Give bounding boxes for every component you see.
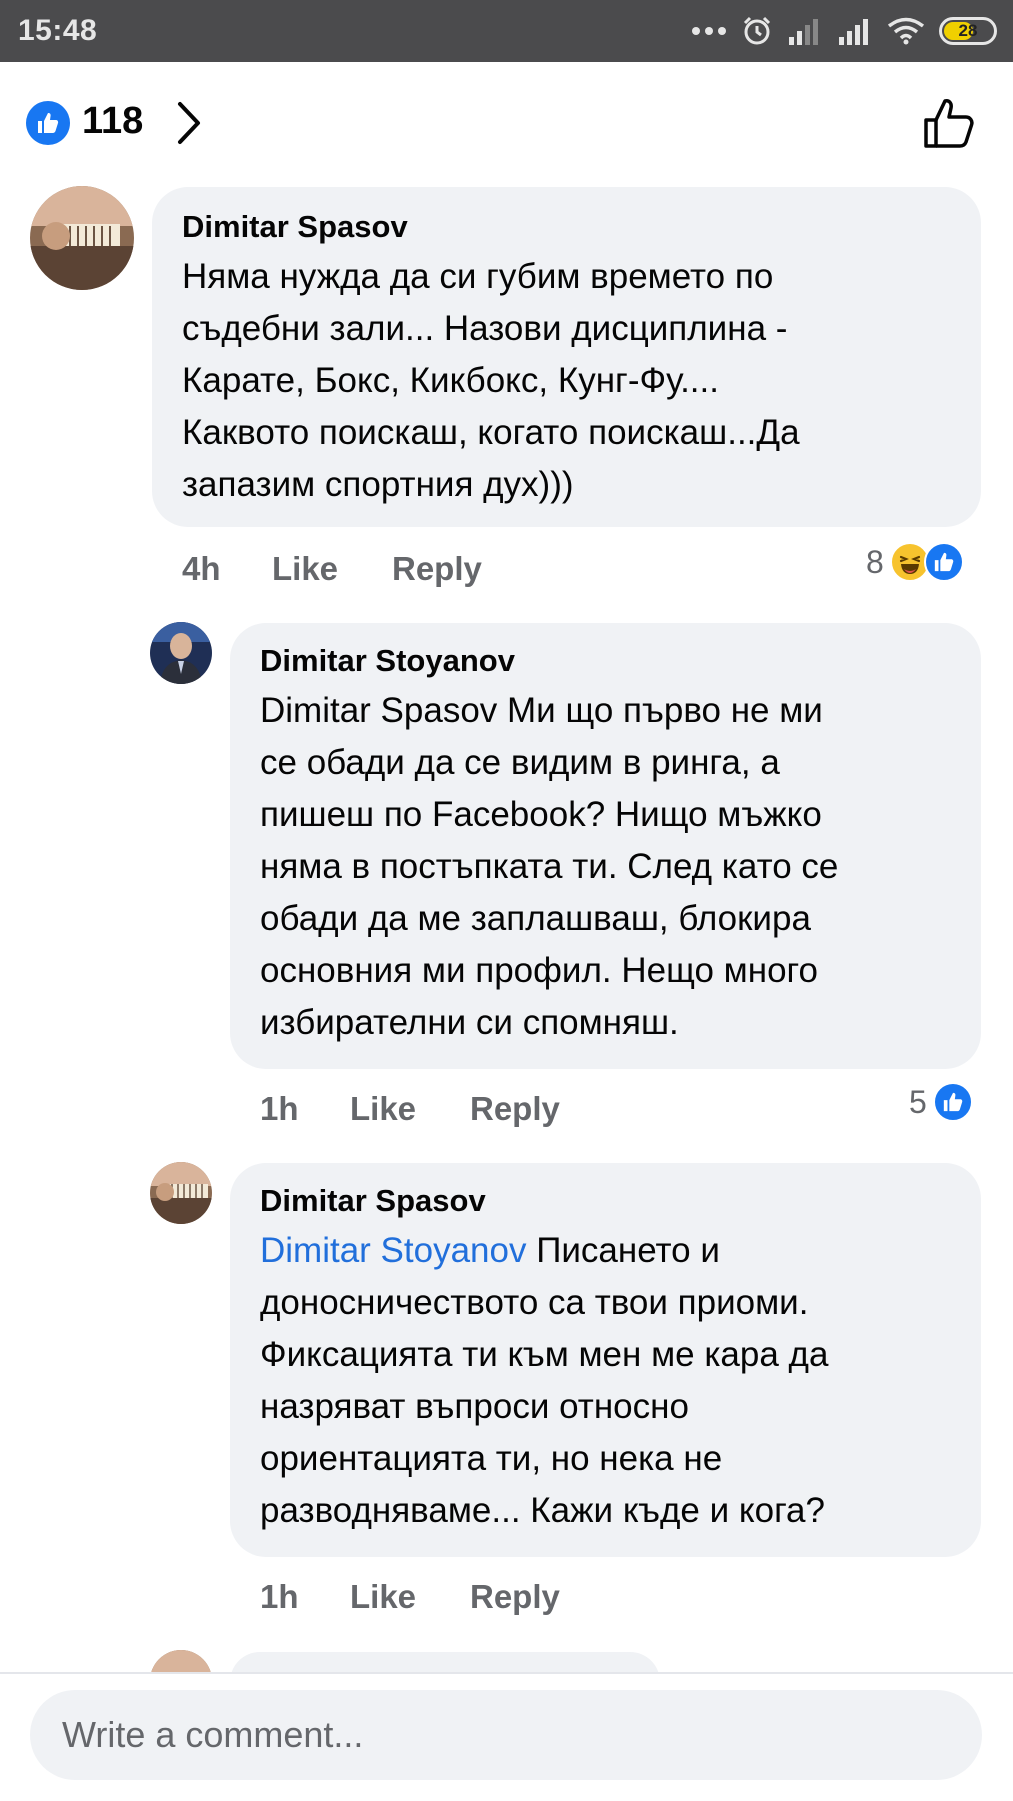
comment-author[interactable]: Dimitar Stoyanov	[260, 643, 515, 679]
comment-actions: 4h Like Reply	[182, 550, 482, 588]
reply-link[interactable]: Reply	[470, 1578, 560, 1616]
avatar[interactable]	[30, 186, 134, 290]
comment-timestamp[interactable]: 4h	[182, 550, 272, 588]
alarm-icon	[743, 16, 771, 45]
avatar[interactable]	[150, 622, 212, 684]
reaction-count: 118	[82, 100, 144, 142]
comment-line: Фиксацията ти към мен ме кара да	[260, 1335, 829, 1374]
battery-indicator: 28	[939, 17, 997, 45]
comment-composer[interactable]: Write a comment...	[30, 1690, 982, 1780]
comment-bubble[interactable]: Dimitar Spasov Няма нужда да си губим вр…	[152, 187, 981, 527]
comment-reaction-count: 5	[909, 1083, 927, 1120]
comment-line: ориентацията ти, но нека не	[260, 1439, 723, 1478]
comment-line: Каквото поискаш, когато поискаш...Да	[182, 413, 800, 452]
reply-link[interactable]: Reply	[392, 550, 482, 588]
comment-line: доносничеството са твои приоми.	[260, 1283, 809, 1322]
like-link[interactable]: Like	[350, 1090, 470, 1128]
like-icon	[932, 1082, 973, 1122]
avatar[interactable]	[150, 1162, 212, 1224]
comment-line: обади да ме заплашваш, блокира	[260, 899, 811, 938]
composer-divider	[0, 1672, 1013, 1674]
comment-timestamp[interactable]: 1h	[260, 1090, 350, 1128]
comment-line: избирателни си спомняш.	[260, 1003, 679, 1042]
comment-line: се обади да се видим в ринга, а	[260, 743, 780, 782]
comment-text: Няма нужда да си губим времето по съдебн…	[182, 251, 800, 511]
comment-line: основния ми профил. Нещо много	[260, 951, 819, 990]
comment-line: Dimitar Stoyanov Писането и	[260, 1225, 828, 1277]
status-bar: 15:48 28	[0, 0, 1013, 62]
signal-icon	[789, 19, 818, 45]
comment-line: няма в постъпката ти. След като се	[260, 847, 839, 886]
like-icon	[26, 101, 70, 145]
comment-line: Dimitar Spasov Ми що първо не ми	[260, 691, 823, 730]
comment-reactions[interactable]: 5	[909, 1082, 973, 1122]
comment-text: Dimitar Stoyanov Писането и доносничеств…	[260, 1225, 828, 1537]
comment-line: разводняваме... Кажи къде и кога?	[260, 1491, 825, 1530]
more-dots-icon	[692, 27, 726, 35]
comment-author[interactable]: Dimitar Spasov	[182, 209, 408, 245]
reactions-header[interactable]: 118	[26, 96, 976, 152]
reply-link[interactable]: Reply	[470, 1090, 560, 1128]
comment-bubble[interactable]: Dimitar Spasov Dimitar Stoyanov Писането…	[230, 1163, 981, 1557]
comment-bubble[interactable]: Dimitar Stoyanov Dimitar Spasov Ми що пъ…	[230, 623, 981, 1069]
comment-text: Dimitar Spasov Ми що първо не ми се обад…	[260, 685, 838, 1049]
comment-author[interactable]: Dimitar Spasov	[260, 1183, 486, 1219]
status-icons: 28	[691, 12, 997, 50]
comment-line: Карате, Бокс, Кикбокс, Кунг-Фу....	[182, 361, 719, 400]
comment-actions: 1h Like Reply	[260, 1578, 560, 1616]
comment-line-rest: Писането и	[526, 1231, 720, 1270]
signal-icon	[839, 19, 868, 45]
comment-line: Няма нужда да си губим времето по	[182, 257, 774, 296]
comment-actions: 1h Like Reply	[260, 1090, 560, 1128]
thumbs-up-outline-icon[interactable]	[922, 96, 976, 150]
comment-timestamp[interactable]: 1h	[260, 1578, 350, 1616]
chevron-right-icon[interactable]	[176, 100, 202, 146]
status-time: 15:48	[18, 14, 98, 47]
comment-line: съдебни зали... Назови дисциплина -	[182, 309, 788, 348]
like-link[interactable]: Like	[272, 550, 392, 588]
comment-line: назряват въпроси относно	[260, 1387, 689, 1426]
comment-reaction-count: 8	[866, 543, 884, 580]
like-link[interactable]: Like	[350, 1578, 470, 1616]
mention-link[interactable]: Dimitar Stoyanov	[260, 1231, 526, 1270]
comment-line: пишеш по Facebook? Нищо мъжко	[260, 795, 822, 834]
wifi-icon	[887, 17, 925, 45]
like-icon	[923, 542, 964, 582]
battery-level: 28	[958, 21, 978, 40]
comment-line: запазим спортния дух)))	[182, 465, 574, 504]
comment-reactions[interactable]: 8	[866, 542, 964, 582]
comment-input[interactable]: Write a comment...	[62, 1714, 363, 1756]
